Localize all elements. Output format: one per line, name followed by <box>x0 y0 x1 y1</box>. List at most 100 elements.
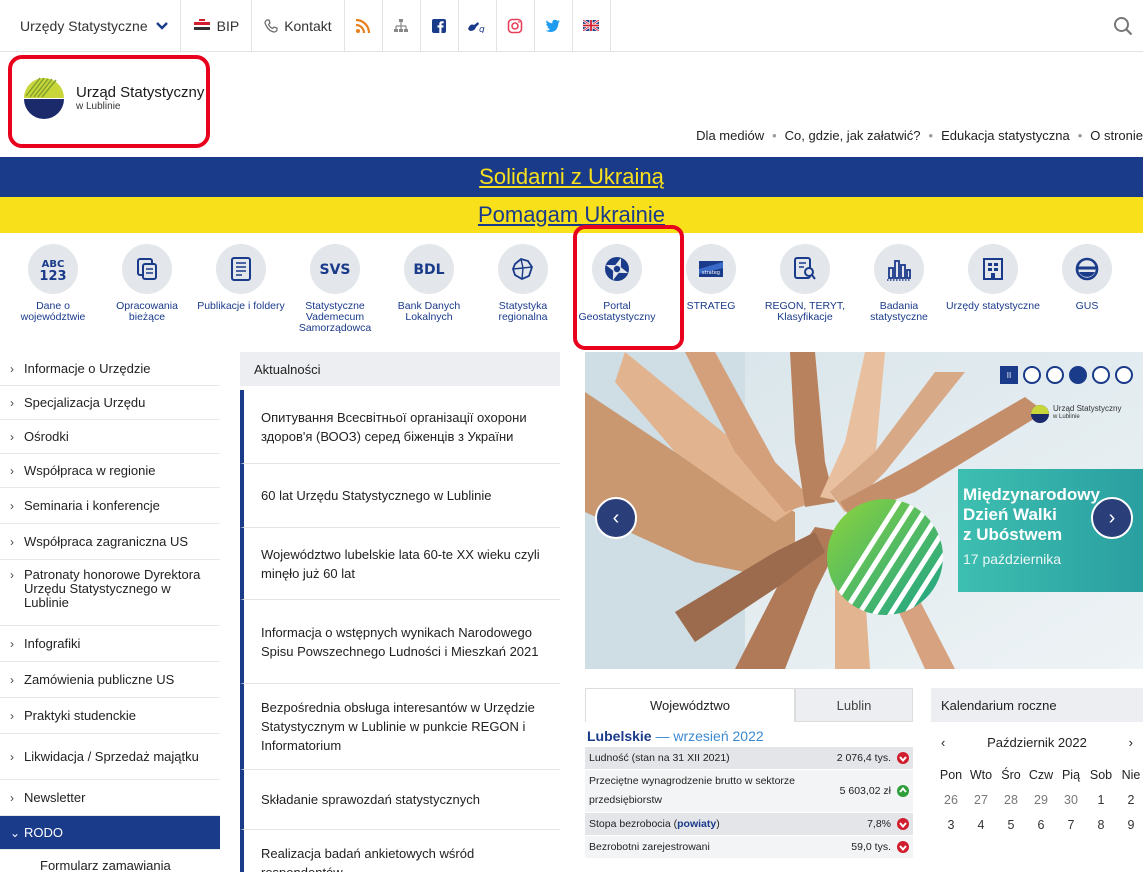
tile-statistical-offices[interactable]: Urzędy statystyczne <box>946 244 1040 312</box>
sidebar-menu: › Informacje o Urzędzie › Specjalizacja Ur… <box>0 352 220 872</box>
slide-dot-2[interactable] <box>1046 366 1064 384</box>
sidebar-item-public-procurement[interactable]: › Zamówienia publiczne US <box>0 662 220 698</box>
sidebar-item-rodo[interactable]: ⌄ RODO <box>0 816 220 850</box>
nav-separator: • <box>928 128 934 143</box>
nav-statistical-education[interactable]: Edukacja statystyczna <box>941 128 1070 143</box>
news-item-title: Realizacja badań ankietowych wśród respo… <box>261 846 475 872</box>
pause-button[interactable]: II <box>1000 366 1018 384</box>
news-item[interactable]: Realizacja badań ankietowych wśród respo… <box>240 830 560 872</box>
sidebar-item-centers[interactable]: › Ośrodki <box>0 420 220 454</box>
calendar-day[interactable]: 26 <box>936 787 966 812</box>
tile-regional-statistics[interactable]: Statystyka regionalna <box>476 244 570 323</box>
tile-local-data-bank[interactable]: BDL Bank Danych Lokalnych <box>382 244 476 323</box>
sidebar-item-regional-cooperation[interactable]: › Współpraca w regionie <box>0 454 220 488</box>
bar-chart-icon <box>874 244 924 294</box>
sidebar-item-newsletter[interactable]: › Newsletter <box>0 780 220 816</box>
slide-dot-1[interactable] <box>1023 366 1041 384</box>
search-button[interactable] <box>1101 0 1143 51</box>
sidebar-item-internships[interactable]: › Praktyki studenckie <box>0 698 220 734</box>
facebook-link[interactable] <box>421 0 459 51</box>
tile-statistical-surveys[interactable]: Badania statystyczne <box>852 244 946 323</box>
stats-value-text: 59,0 tys. <box>851 841 891 853</box>
bip-link[interactable]: BIP <box>181 0 253 51</box>
twitter-link[interactable] <box>535 0 573 51</box>
news-item[interactable]: Bezpośrednia obsługa interesantów w Urzę… <box>240 684 560 770</box>
calendar-day[interactable]: 28 <box>996 787 1026 812</box>
calendar-day[interactable]: 1 <box>1086 787 1116 812</box>
stats-title: Lubelskie — wrzesień 2022 <box>587 728 913 744</box>
news-item[interactable]: Składanie sprawozdań statystycznych <box>240 770 560 830</box>
documents-icon <box>122 244 172 294</box>
tab-voivodeship[interactable]: Województwo <box>585 688 795 722</box>
calendar-day[interactable]: 8 <box>1086 812 1116 837</box>
english-version-link[interactable] <box>573 0 611 51</box>
tab-lublin[interactable]: Lublin <box>795 688 913 722</box>
calendar-day[interactable]: 27 <box>966 787 996 812</box>
sidebar-item-seminars[interactable]: › Seminaria i konferencje <box>0 488 220 524</box>
svg-text:BDL: BDL <box>413 262 444 278</box>
nav-about-site[interactable]: O stronie <box>1090 128 1143 143</box>
tile-regon-teryt[interactable]: REGON, TERYT, Klasyfikacje <box>758 244 852 323</box>
sidebar-item-office-info[interactable]: › Informacje o Urzędzie <box>0 352 220 386</box>
calendar-day[interactable]: 2 <box>1116 787 1143 812</box>
slider-prev-button[interactable]: ‹ <box>595 497 637 539</box>
sidebar-item-asset-sale[interactable]: › Likwidacja / Sprzedaż majątku <box>0 734 220 780</box>
slide-dot-3[interactable] <box>1069 366 1087 384</box>
tile-gus[interactable]: GUS <box>1040 244 1134 312</box>
instagram-link[interactable] <box>497 0 535 51</box>
sidebar-item-infographics[interactable]: › Infografiki <box>0 626 220 662</box>
tile-svs[interactable]: SVS Statystyczne Vademecum Samorządowca <box>288 244 382 334</box>
calendar-day[interactable]: 3 <box>936 812 966 837</box>
top-bar: Urzędy Statystyczne BIP Kontakt g <box>0 0 1143 52</box>
solidarity-banner: Solidarni z Ukrainą <box>0 157 1143 197</box>
rss-link[interactable] <box>345 0 383 51</box>
slide-dot-4[interactable] <box>1092 366 1110 384</box>
calendar-day[interactable]: 30 <box>1056 787 1086 812</box>
sidebar-item-specialization[interactable]: › Specjalizacja Urzędu <box>0 386 220 420</box>
calendar-day[interactable]: 29 <box>1026 787 1056 812</box>
building-icon <box>968 244 1018 294</box>
news-item[interactable]: Informacja o wstępnych wynikach Narodowe… <box>240 600 560 684</box>
nav-what-where-how[interactable]: Co, gdzie, jak załatwić? <box>785 128 921 143</box>
stats-value-text: 2 076,4 tys. <box>836 752 891 764</box>
calendar-next-button[interactable]: › <box>1129 735 1133 750</box>
weekday-label: Śro <box>1001 767 1021 782</box>
calendar-day[interactable]: 4 <box>966 812 996 837</box>
calendar-day[interactable]: 9 <box>1116 812 1143 837</box>
tile-label: REGON, TERYT, Klasyfikacje <box>764 300 846 323</box>
news-item[interactable]: 60 lat Urzędu Statystycznego w Lublinie <box>240 464 560 528</box>
sidebar-item-label: Likwidacja / Sprzedaż majątku <box>24 748 199 764</box>
solidarity-link[interactable]: Solidarni z Ukrainą <box>479 164 664 190</box>
arrow-down-icon <box>897 841 909 853</box>
news-panel: Aktualności Опитування Всесвітньої орган… <box>240 352 560 872</box>
weekday-label: Czw <box>1028 767 1054 782</box>
tile-current-reports[interactable]: Opracowania bieżące <box>100 244 194 323</box>
news-item[interactable]: Опитування Всесвітньої організації охоро… <box>240 390 560 464</box>
sign-language-link[interactable]: g <box>459 0 497 51</box>
calendar-prev-button[interactable]: ‹ <box>941 735 945 750</box>
stats-value-text: 5 603,02 zł <box>839 785 891 797</box>
offices-dropdown[interactable]: Urzędy Statystyczne <box>0 0 181 51</box>
tile-regional-data[interactable]: ABC 123 Dane o województwie <box>6 244 100 323</box>
sitemap-link[interactable] <box>383 0 421 51</box>
slide-dot-5[interactable] <box>1115 366 1133 384</box>
geostat-highlight-annotation <box>573 225 684 350</box>
strateg-icon: strateg <box>686 244 736 294</box>
sidebar-subitem-order-form[interactable]: Formularz zamawiania <box>0 850 220 872</box>
sidebar-item-label: Współpraca zagraniczna US <box>24 534 189 549</box>
districts-link[interactable]: powiaty <box>677 818 716 830</box>
news-item[interactable]: Województwo lubelskie lata 60-te XX wiek… <box>240 528 560 600</box>
calendar-day[interactable]: 6 <box>1026 812 1056 837</box>
chevron-right-icon: › <box>10 672 14 687</box>
sidebar-item-label: Zamówienia publiczne US <box>24 672 175 687</box>
nav-for-media[interactable]: Dla mediów <box>696 128 764 143</box>
region-map-icon <box>498 244 548 294</box>
contact-link[interactable]: Kontakt <box>252 0 345 51</box>
tile-publications[interactable]: Publikacje i foldery <box>194 244 288 312</box>
arrow-down-icon <box>897 818 909 830</box>
slider-pagination: II <box>1000 366 1133 384</box>
calendar-day[interactable]: 7 <box>1056 812 1086 837</box>
sidebar-item-foreign-cooperation[interactable]: › Współpraca zagraniczna US <box>0 524 220 560</box>
sidebar-item-patronage[interactable]: › Patronaty honorowe Dyrektora Urzędu Sta… <box>0 560 220 626</box>
calendar-day[interactable]: 5 <box>996 812 1026 837</box>
